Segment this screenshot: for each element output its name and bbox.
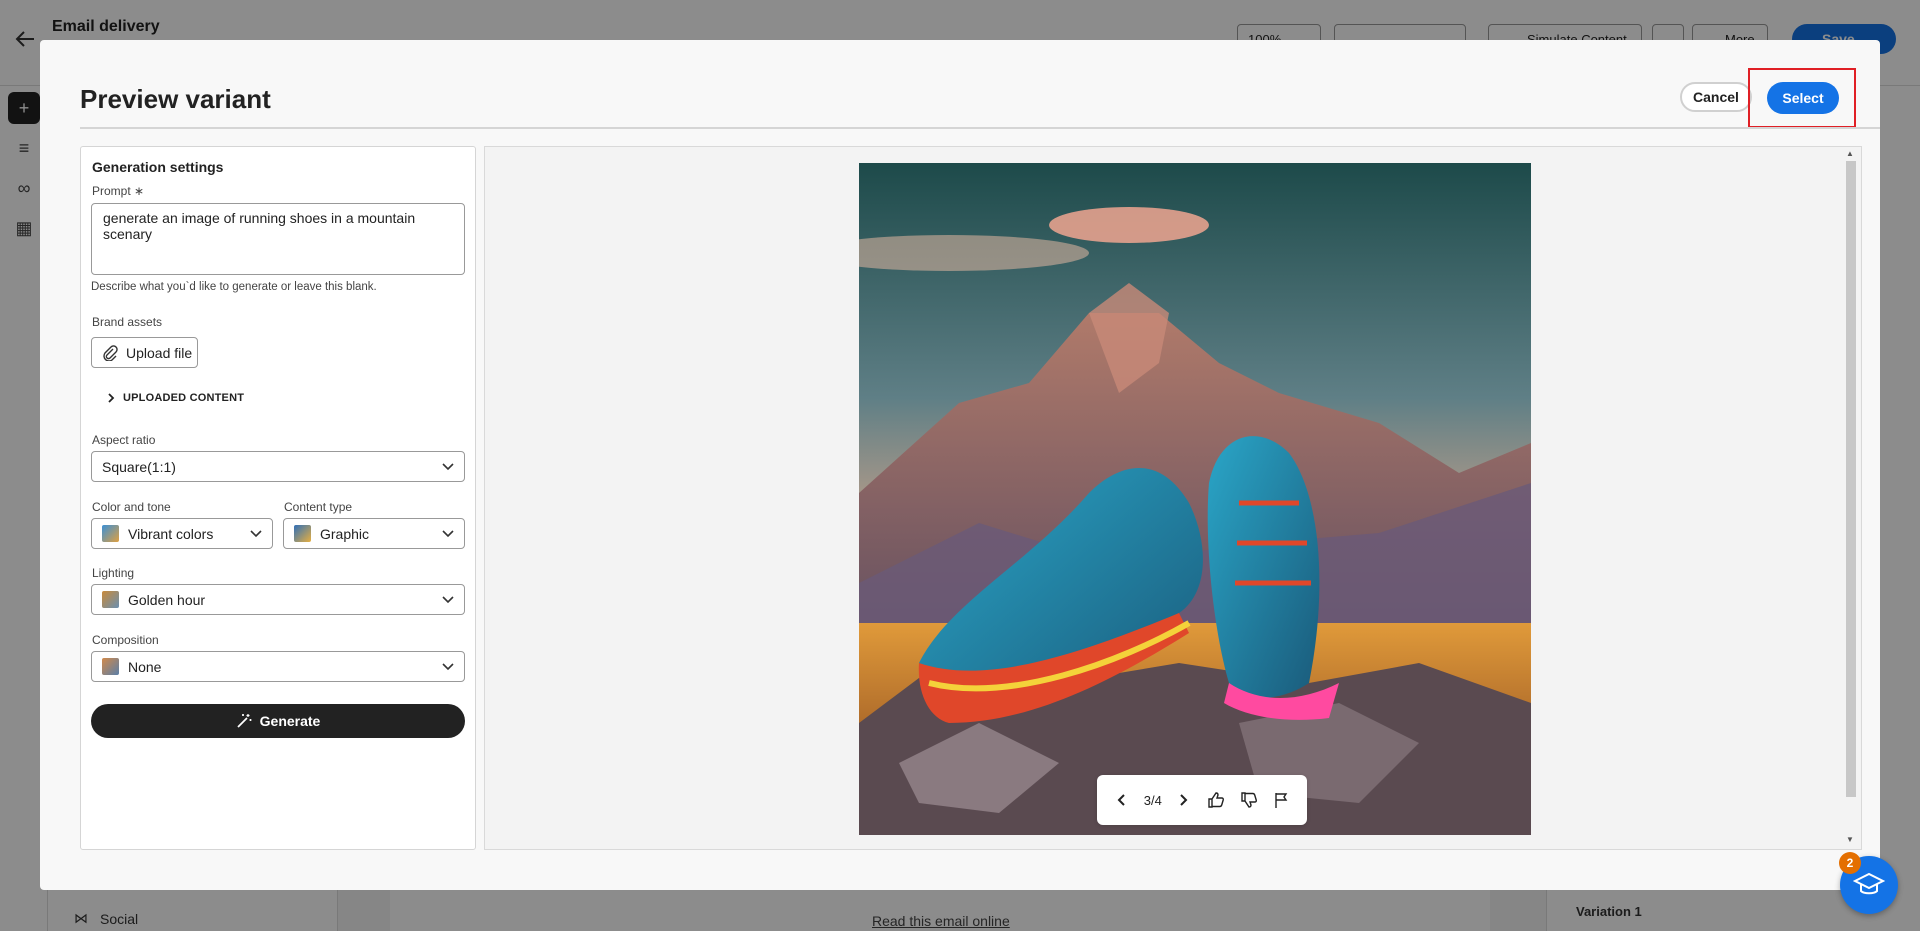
content-type-thumbnail bbox=[294, 525, 311, 542]
composition-label: Composition bbox=[92, 633, 159, 647]
aspect-ratio-value: Square(1:1) bbox=[102, 458, 176, 475]
upload-file-label: Upload file bbox=[126, 344, 193, 361]
thumbs-up-icon[interactable] bbox=[1205, 788, 1228, 812]
chevron-down-icon bbox=[442, 462, 454, 470]
lighting-label: Lighting bbox=[92, 566, 135, 580]
flag-icon[interactable] bbox=[1270, 788, 1293, 812]
brand-assets-label: Brand assets bbox=[92, 315, 163, 329]
color-tone-value: Vibrant colors bbox=[128, 525, 214, 542]
uploaded-content-label: UPLOADED CONTENT bbox=[123, 392, 245, 404]
prompt-label: Prompt ∗ bbox=[92, 184, 144, 198]
settings-heading: Generation settings bbox=[92, 159, 224, 175]
preview-variant-dialog: Preview variant Cancel Select Generation… bbox=[40, 40, 1880, 890]
chevron-down-icon bbox=[250, 529, 262, 537]
chevron-right-icon[interactable] bbox=[1172, 788, 1195, 812]
scrollbar-thumb[interactable] bbox=[1846, 161, 1856, 797]
variant-counter: 3/4 bbox=[1143, 792, 1162, 808]
aspect-ratio-label: Aspect ratio bbox=[92, 433, 156, 447]
graduation-cap-icon bbox=[1853, 872, 1885, 895]
notification-badge: 2 bbox=[1839, 852, 1861, 874]
lighting-value: Golden hour bbox=[128, 591, 206, 608]
generated-image bbox=[859, 163, 1531, 835]
composition-thumbnail bbox=[102, 658, 119, 675]
chevron-down-icon bbox=[442, 662, 454, 670]
composition-dropdown[interactable]: None bbox=[91, 651, 465, 682]
color-tone-thumbnail bbox=[102, 525, 119, 542]
generate-label: Generate bbox=[259, 713, 321, 729]
color-tone-dropdown[interactable]: Vibrant colors bbox=[91, 518, 273, 549]
chevron-right-icon bbox=[108, 393, 115, 403]
prompt-label-text: Prompt bbox=[92, 184, 131, 198]
aspect-ratio-dropdown[interactable]: Square(1:1) bbox=[91, 451, 465, 482]
generation-settings-panel: Generation settings Prompt ∗ generate an… bbox=[80, 146, 476, 850]
chevron-down-icon bbox=[442, 529, 454, 537]
prompt-input[interactable]: generate an image of running shoes in a … bbox=[91, 203, 465, 275]
variant-navigation: 3/4 bbox=[1097, 775, 1307, 825]
uploaded-content-toggle[interactable]: UPLOADED CONTENT bbox=[107, 392, 244, 404]
attachment-icon bbox=[103, 344, 118, 361]
chevron-left-icon[interactable] bbox=[1111, 788, 1134, 812]
composition-value: None bbox=[128, 658, 162, 675]
lighting-thumbnail bbox=[102, 591, 119, 608]
upload-file-button[interactable]: Upload file bbox=[91, 337, 198, 368]
wand-icon bbox=[237, 714, 252, 728]
chevron-down-icon bbox=[442, 595, 454, 603]
cancel-button[interactable]: Cancel bbox=[1680, 82, 1752, 112]
prompt-help-text: Describe what you`d like to generate or … bbox=[91, 281, 377, 293]
lighting-dropdown[interactable]: Golden hour bbox=[91, 584, 465, 615]
content-type-label: Content type bbox=[284, 500, 353, 514]
required-marker: ∗ bbox=[134, 184, 145, 198]
dialog-divider bbox=[80, 127, 1880, 129]
color-tone-label: Color and tone bbox=[92, 500, 171, 514]
preview-area: 3/4 ▲ ▼ bbox=[484, 146, 1862, 850]
generate-button[interactable]: Generate bbox=[91, 704, 465, 738]
content-type-dropdown[interactable]: Graphic bbox=[283, 518, 465, 549]
preview-scrollbar[interactable]: ▲ ▼ bbox=[1843, 149, 1857, 847]
select-button[interactable]: Select bbox=[1767, 82, 1839, 114]
dialog-title: Preview variant bbox=[80, 84, 271, 114]
thumbs-down-icon[interactable] bbox=[1237, 788, 1260, 812]
content-type-value: Graphic bbox=[320, 525, 370, 542]
